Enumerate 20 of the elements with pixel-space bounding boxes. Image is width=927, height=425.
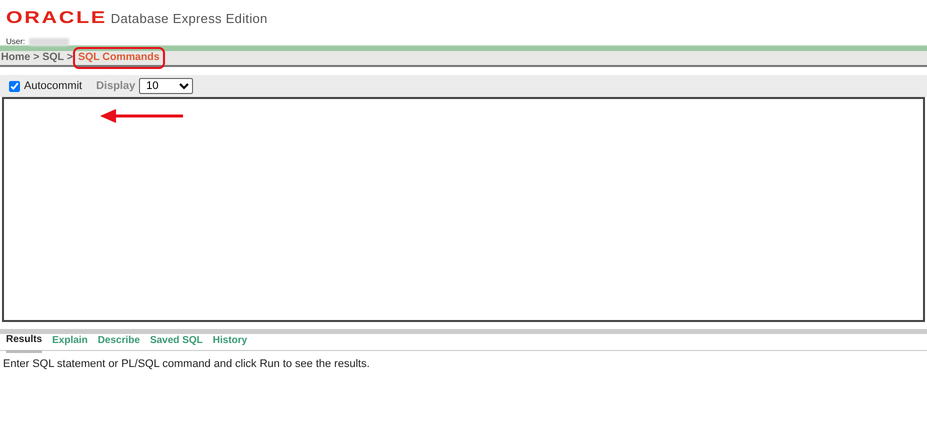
breadcrumb-current: SQL Commands: [75, 49, 163, 67]
logo: ORACLE: [6, 7, 107, 29]
breadcrumb-separator: >: [33, 50, 40, 66]
breadcrumb-link[interactable]: SQL: [42, 50, 64, 66]
sql-editor[interactable]: [2, 97, 925, 322]
tab[interactable]: Explain: [52, 333, 88, 351]
breadcrumb-link[interactable]: Home: [1, 50, 30, 66]
tab[interactable]: History: [212, 333, 248, 351]
autocommit-checkbox[interactable]: [9, 80, 20, 92]
tab[interactable]: Describe: [98, 333, 140, 351]
redacted-username: [29, 38, 70, 46]
results-message: Enter SQL statement or PL/SQL command and click Run to see the results.: [3, 357, 371, 372]
display-select[interactable]: 10: [139, 78, 194, 94]
tab[interactable]: Results: [6, 332, 42, 352]
tab[interactable]: Saved SQL: [150, 333, 203, 351]
autocommit-label: Autocommit: [24, 78, 82, 94]
breadcrumb-separator: >: [66, 50, 74, 66]
product-title: Database Express Edition: [110, 11, 268, 26]
user-label: User:: [6, 36, 26, 48]
display-label: Display: [96, 78, 136, 94]
